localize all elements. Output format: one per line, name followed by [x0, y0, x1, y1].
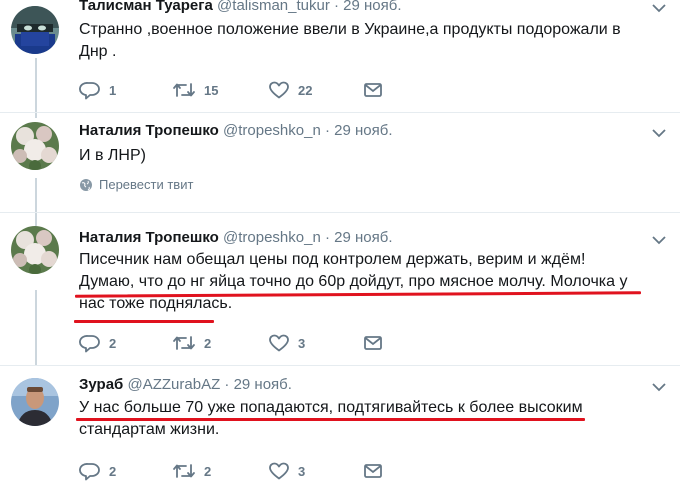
direct-message-icon: [364, 464, 382, 478]
chevron-down-icon[interactable]: [652, 128, 666, 138]
separator: ·: [324, 229, 330, 246]
chevron-down-icon[interactable]: [652, 382, 666, 392]
user-handle[interactable]: @tropeshko_n: [223, 229, 321, 246]
retweet-count: 2: [204, 463, 212, 479]
timestamp[interactable]: 29 нояб.: [234, 376, 292, 393]
reply-button[interactable]: 1: [79, 80, 116, 100]
retweet-count: 15: [204, 82, 219, 98]
reply-icon: [79, 335, 100, 353]
tweet-text: Писечник нам обещал цены под контролем д…: [79, 249, 654, 315]
retweet-button[interactable]: 15: [172, 80, 218, 100]
separator: ·: [224, 376, 230, 393]
text-line: Писечник нам обещал цены под контролем д…: [79, 251, 586, 268]
tweet[interactable]: Талисман Туарега @talisman_tukur · 29 но…: [0, 0, 680, 112]
like-count: 22: [298, 82, 313, 98]
tweet[interactable]: Зураб @AZZurabAZ · 29 нояб. У нас больше…: [0, 365, 680, 487]
display-name[interactable]: Наталия Тропешко: [79, 122, 219, 139]
tweet-header: Зураб @AZZurabAZ · 29 нояб.: [79, 376, 292, 393]
direct-message-button[interactable]: [363, 333, 383, 353]
direct-message-button[interactable]: [363, 461, 383, 481]
reply-icon: [79, 463, 100, 481]
user-handle[interactable]: @tropeshko_n: [223, 122, 321, 139]
text-line: Думаю, что до нг яйца точно до 60р дойду…: [79, 273, 628, 290]
tweet-text: Странно ,военное положение ввели в Украи…: [79, 19, 654, 63]
reply-count: 2: [109, 335, 117, 351]
highlight-underline: [76, 418, 585, 421]
translate-tweet-link[interactable]: Перевести твит: [79, 177, 193, 192]
retweet-button[interactable]: 2: [172, 461, 211, 481]
display-name[interactable]: Наталия Тропешко: [79, 229, 219, 246]
translate-label: Перевести твит: [99, 177, 194, 192]
globe-icon: [80, 178, 92, 191]
like-count: 3: [298, 463, 306, 479]
tweet[interactable]: Наталия Тропешко @tropeshko_n · 29 нояб.…: [0, 112, 680, 212]
tweet-header: Наталия Тропешко @tropeshko_n · 29 нояб.: [79, 229, 393, 246]
retweet-icon: [173, 336, 195, 350]
chevron-down-icon[interactable]: [652, 235, 666, 245]
reply-count: 1: [109, 82, 117, 98]
avatar[interactable]: [11, 378, 59, 426]
like-button[interactable]: 3: [268, 461, 305, 481]
reply-icon: [79, 82, 100, 100]
timestamp[interactable]: 29 нояб.: [334, 122, 392, 139]
direct-message-icon: [364, 83, 382, 97]
chevron-down-icon[interactable]: [652, 3, 666, 13]
avatar[interactable]: [11, 6, 59, 54]
avatar[interactable]: [11, 122, 59, 170]
avatar[interactable]: [11, 226, 59, 274]
like-button[interactable]: 22: [268, 80, 312, 100]
user-handle[interactable]: @talisman_tukur: [217, 0, 330, 14]
tweet-header: Талисман Туарега @talisman_tukur · 29 но…: [79, 0, 402, 14]
display-name[interactable]: Талисман Туарега: [79, 0, 213, 14]
retweet-button[interactable]: 2: [172, 333, 211, 353]
like-icon: [269, 334, 289, 352]
retweet-icon: [173, 464, 195, 478]
text-line: У нас больше 70 уже попадаются, подтягив…: [79, 399, 583, 416]
reply-button[interactable]: 2: [79, 461, 116, 481]
timestamp[interactable]: 29 нояб.: [334, 229, 392, 246]
display-name[interactable]: Зураб: [79, 376, 123, 393]
text-line: Странно ,военное положение ввели в Украи…: [79, 21, 621, 38]
retweet-icon: [173, 83, 195, 97]
timestamp[interactable]: 29 нояб.: [343, 0, 401, 14]
tweet-text: И в ЛНР): [79, 145, 654, 167]
separator: ·: [334, 0, 339, 14]
tweet-header: Наталия Тропешко @tropeshko_n · 29 нояб.: [79, 122, 393, 139]
text-line: Днр .: [79, 43, 117, 60]
text-line: И в ЛНР): [79, 147, 146, 164]
separator: ·: [324, 122, 330, 139]
direct-message-button[interactable]: [363, 80, 383, 100]
tweet[interactable]: Наталия Тропешко @tropeshko_n · 29 нояб.…: [0, 212, 680, 365]
direct-message-icon: [364, 336, 382, 350]
like-button[interactable]: 3: [268, 333, 305, 353]
reply-count: 2: [109, 463, 117, 479]
user-handle[interactable]: @AZZurabAZ: [127, 376, 220, 393]
like-icon: [269, 462, 289, 480]
highlight-underline: [74, 320, 214, 323]
retweet-count: 2: [204, 335, 212, 351]
text-line: стандартам жизни.: [79, 421, 220, 438]
like-count: 3: [298, 335, 306, 351]
reply-button[interactable]: 2: [79, 333, 116, 353]
like-icon: [269, 81, 289, 99]
